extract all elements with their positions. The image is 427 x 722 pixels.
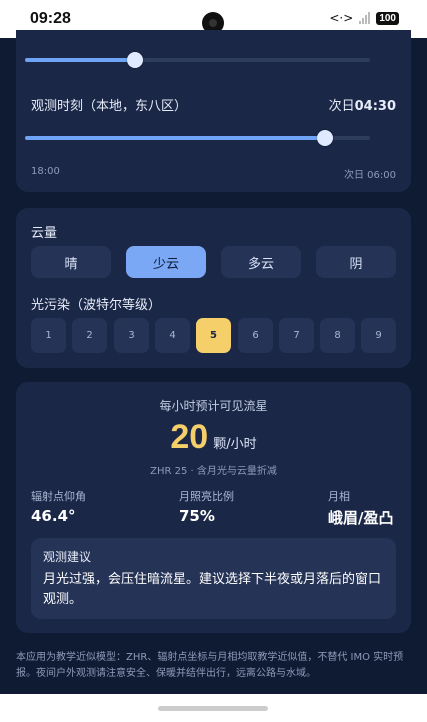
bortle-level-3[interactable]: 3 [114,318,149,353]
hotspot-icon: <·> [329,11,354,25]
disclaimer-text: 本应用为教学近似模型：ZHR、辐射点坐标与月相均取教学近似值，不替代 IMO 实… [16,652,404,679]
moon-phase-value: 峨眉/盈凸 [328,509,394,527]
estimate-rate: 20 颗/小时 [16,418,411,457]
bortle-label: 光污染（波特尔等级） [31,298,162,313]
cloud-option-partly[interactable]: 多云 [221,246,301,278]
obs-time-value: 次日04:30 [329,95,396,114]
cloud-option-overcast[interactable]: 阴 [316,246,396,278]
advice-body: 月光过强，会压住暗流星。建议选择下半夜或月落后的窗口观测。 [43,572,382,607]
top-slider[interactable] [25,52,370,68]
estimate-note: ZHR 25 · 含月光与云量折减 [150,466,277,477]
radiant-alt-label: 辐射点仰角 [31,490,86,503]
top-slider-fill [25,58,136,62]
radiant-alt-value: 46.4° [31,507,76,525]
bortle-level-1[interactable]: 1 [31,318,66,353]
obs-time-slider-fill [25,136,326,140]
bortle-level-7[interactable]: 7 [279,318,314,353]
cloud-option-clear[interactable]: 晴 [31,246,111,278]
obs-time-slider[interactable] [25,130,370,146]
moon-illum-label: 月照亮比例 [179,490,234,503]
bortle-level-4[interactable]: 4 [155,318,190,353]
signal-icon [359,12,371,24]
advice-title: 观测建议 [43,550,92,564]
obs-time-label: 观测时刻（本地，东八区） [31,99,188,114]
home-bar [0,694,427,722]
bortle-level-8[interactable]: 8 [320,318,355,353]
cloud-label: 云量 [31,226,58,241]
moon-phase-label: 月相 [328,490,350,503]
home-indicator[interactable] [158,706,268,711]
obs-time-clock: 04:30 [354,99,396,114]
status-time: 09:28 [30,10,71,27]
estimate-title: 每小时预计可见流星 [159,399,268,413]
estimate-unit: 颗/小时 [213,437,257,452]
obs-time-day: 次日 [328,99,355,114]
cloud-option-few[interactable]: 少云 [126,246,206,278]
estimate-count: 20 [170,418,209,456]
bortle-level-5[interactable]: 5 [196,318,231,353]
moon-illum-value: 75% [179,507,215,525]
bortle-level-9[interactable]: 9 [361,318,396,353]
battery-icon: 100 [376,11,399,25]
bortle-level-2[interactable]: 2 [72,318,107,353]
obs-time-max: 次日 06:00 [344,170,396,181]
bortle-level-6[interactable]: 6 [238,318,273,353]
advice-box: 观测建议 月光过强，会压住暗流星。建议选择下半夜或月落后的窗口观测。 [31,538,396,619]
obs-time-min: 18:00 [31,166,60,177]
status-icons: <·> 100 [329,11,399,25]
